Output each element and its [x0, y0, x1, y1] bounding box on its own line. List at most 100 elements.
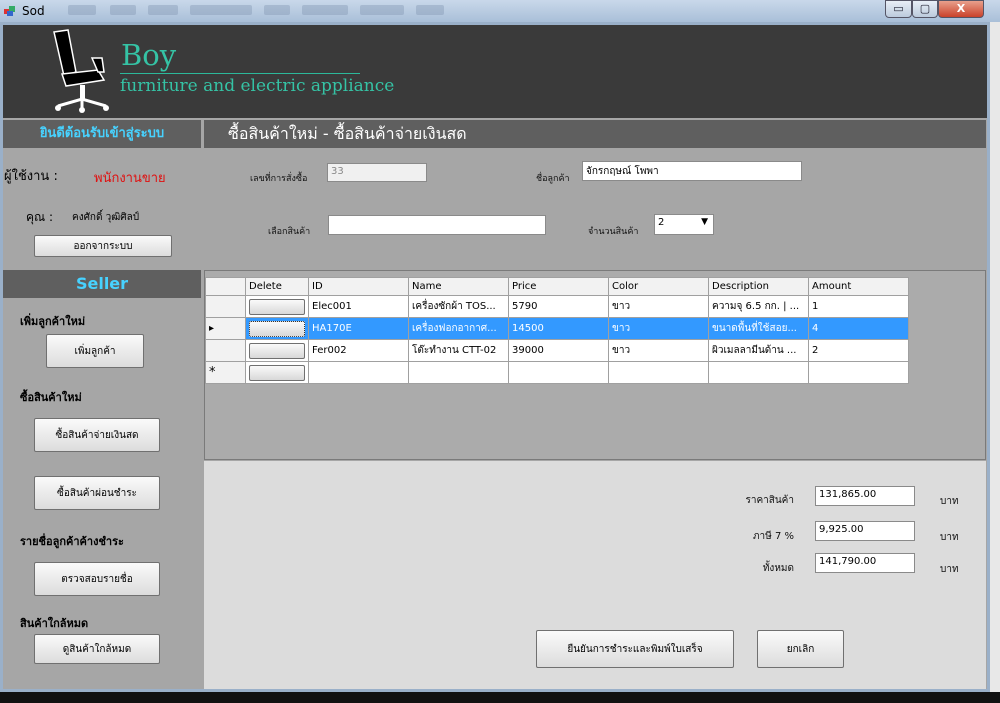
menu-item-ghost — [190, 5, 252, 15]
cell-price[interactable]: 5790 — [508, 295, 609, 318]
quantity-value: 2 — [658, 217, 665, 228]
delete-cell[interactable] — [245, 295, 309, 318]
column-header[interactable]: ID — [308, 277, 409, 296]
cell-color[interactable]: ขาว — [608, 317, 709, 340]
section-label-new-customer: เพิ่มลูกค้าใหม่ — [20, 315, 86, 328]
product-label: เลือกสินค้า — [268, 227, 311, 237]
new-row-marker[interactable]: * — [205, 361, 246, 384]
cell-description[interactable]: ความจุ 6.5 กก. | ... — [708, 295, 809, 318]
column-header[interactable]: Name — [408, 277, 509, 296]
current-row-arrow-icon: ▸ — [209, 323, 215, 334]
maximize-button[interactable]: ▢ — [912, 0, 938, 18]
logo-title: Boy — [121, 38, 177, 72]
cell-id[interactable]: Fer002 — [308, 339, 409, 362]
cell-empty[interactable] — [608, 361, 709, 384]
installment-purchase-button[interactable]: ซื้อสินค้าผ่อนชำระ — [34, 476, 160, 510]
total-label: ทั้งหมด — [762, 563, 794, 574]
order-no-label: เลขที่การสั่งซื้อ — [250, 174, 308, 184]
subtotal-label: ราคาสินค้า — [745, 495, 794, 506]
cell-name[interactable]: โต๊ะทำงาน CTT-02 — [408, 339, 509, 362]
tax-field[interactable]: 9,925.00 — [815, 521, 915, 541]
subtotal-field[interactable]: 131,865.00 — [815, 486, 915, 506]
table-row[interactable]: Fer002 โต๊ะทำงาน CTT-02 39000 ขาว ผิวเมล… — [205, 339, 909, 362]
quantity-select[interactable]: 2 ▼ — [654, 214, 714, 235]
row-header[interactable] — [205, 339, 246, 362]
welcome-banner: ยินดีต้อนรับเข้าสู่ระบบ — [3, 120, 201, 148]
column-header[interactable]: Price — [508, 277, 609, 296]
cell-color[interactable]: ขาว — [608, 295, 709, 318]
delete-row-button[interactable] — [249, 298, 305, 315]
confirm-print-button[interactable]: ยืนยันการชำระและพิมพ์ใบเสร็จ — [536, 630, 734, 668]
total-field[interactable]: 141,790.00 — [815, 553, 915, 573]
row-header[interactable] — [205, 295, 246, 318]
order-items-grid: Delete ID Name Price Color Description A… — [205, 277, 909, 384]
quantity-label: จำนวนสินค้า — [588, 227, 639, 237]
add-customer-button[interactable]: เพิ่มลูกค้า — [46, 334, 144, 368]
customer-label: ชื่อลูกค้า — [536, 174, 570, 184]
window-title: Sod — [22, 4, 45, 18]
column-header[interactable]: Description — [708, 277, 809, 296]
cell-name[interactable]: เครื่องซักผ้า TOS... — [408, 295, 509, 318]
cash-purchase-button[interactable]: ซื้อสินค้าจ่ายเงินสด — [34, 418, 160, 452]
cell-id[interactable]: Elec001 — [308, 295, 409, 318]
cell-amount[interactable]: 4 — [808, 317, 909, 340]
page-title: ซื้อสินค้าใหม่ - ซื้อสินค้าจ่ายเงินสด — [204, 120, 986, 148]
chair-logo-icon — [53, 29, 109, 113]
logout-button[interactable]: ออกจากระบบ — [34, 235, 172, 257]
order-no-field[interactable]: 33 — [327, 163, 427, 182]
product-field[interactable] — [328, 215, 546, 235]
chevron-down-icon: ▼ — [701, 217, 708, 227]
seller-title: Seller — [3, 270, 201, 298]
logo-underline — [120, 73, 360, 74]
menu-item-ghost — [148, 5, 178, 15]
row-header[interactable]: ▸ — [205, 317, 246, 340]
cell-price[interactable]: 39000 — [508, 339, 609, 362]
customer-field[interactable]: จักรกฤษณ์ โพพา — [582, 161, 802, 181]
close-button[interactable]: X — [938, 0, 984, 18]
background-window-edge — [990, 22, 1000, 692]
delete-row-button[interactable] — [249, 364, 305, 381]
minimize-button[interactable]: ▭ — [885, 0, 912, 18]
cell-empty[interactable] — [808, 361, 909, 384]
menu-item-ghost — [302, 5, 348, 15]
menu-item-ghost — [264, 5, 290, 15]
table-row[interactable]: Elec001 เครื่องซักผ้า TOS... 5790 ขาว คว… — [205, 295, 909, 318]
cell-description[interactable]: ผิวเมลลามีนด้าน ... — [708, 339, 809, 362]
delete-cell[interactable] — [245, 361, 309, 384]
app-icon — [4, 6, 15, 16]
cell-id[interactable]: HA170E — [308, 317, 409, 340]
cell-price[interactable]: 14500 — [508, 317, 609, 340]
menu-item-ghost — [110, 5, 136, 15]
column-header[interactable]: Amount — [808, 277, 909, 296]
cancel-button[interactable]: ยกเลิก — [757, 630, 844, 668]
tax-label: ภาษี 7 % — [752, 531, 794, 542]
cell-name[interactable]: เครื่องฟอกอากาศ... — [408, 317, 509, 340]
low-stock-button[interactable]: ดูสินค้าใกล้หมด — [34, 634, 160, 664]
table-row-new[interactable]: * — [205, 361, 909, 384]
logo-subtitle: furniture and electric appliance — [120, 76, 395, 96]
column-header[interactable]: Color — [608, 277, 709, 296]
section-label-overdue: รายชื่อลูกค้าค้างชำระ — [20, 535, 124, 548]
check-list-button[interactable]: ตรวจสอบรายชื่อ — [34, 562, 160, 596]
cell-empty[interactable] — [708, 361, 809, 384]
delete-cell[interactable] — [245, 339, 309, 362]
menu-item-ghost — [360, 5, 404, 15]
column-header[interactable]: Delete — [245, 277, 309, 296]
cell-color[interactable]: ขาว — [608, 339, 709, 362]
currency-label: บาท — [940, 496, 959, 507]
delete-row-button[interactable] — [249, 320, 305, 337]
menu-item-ghost — [68, 5, 96, 15]
taskbar-strip — [0, 692, 1000, 703]
table-row-selected[interactable]: ▸ HA170E เครื่องฟอกอากาศ... 14500 ขาว ขน… — [205, 317, 909, 340]
delete-row-button[interactable] — [249, 342, 305, 359]
cell-empty[interactable] — [408, 361, 509, 384]
menu-item-ghost — [416, 5, 444, 15]
cell-amount[interactable]: 2 — [808, 339, 909, 362]
cell-empty[interactable] — [508, 361, 609, 384]
cell-empty[interactable] — [308, 361, 409, 384]
name-label: คุณ : — [26, 210, 54, 224]
cell-description[interactable]: ขนาดพื้นที่ใช้สอย... — [708, 317, 809, 340]
delete-cell[interactable] — [245, 317, 309, 340]
currency-label: บาท — [940, 564, 959, 575]
cell-amount[interactable]: 1 — [808, 295, 909, 318]
